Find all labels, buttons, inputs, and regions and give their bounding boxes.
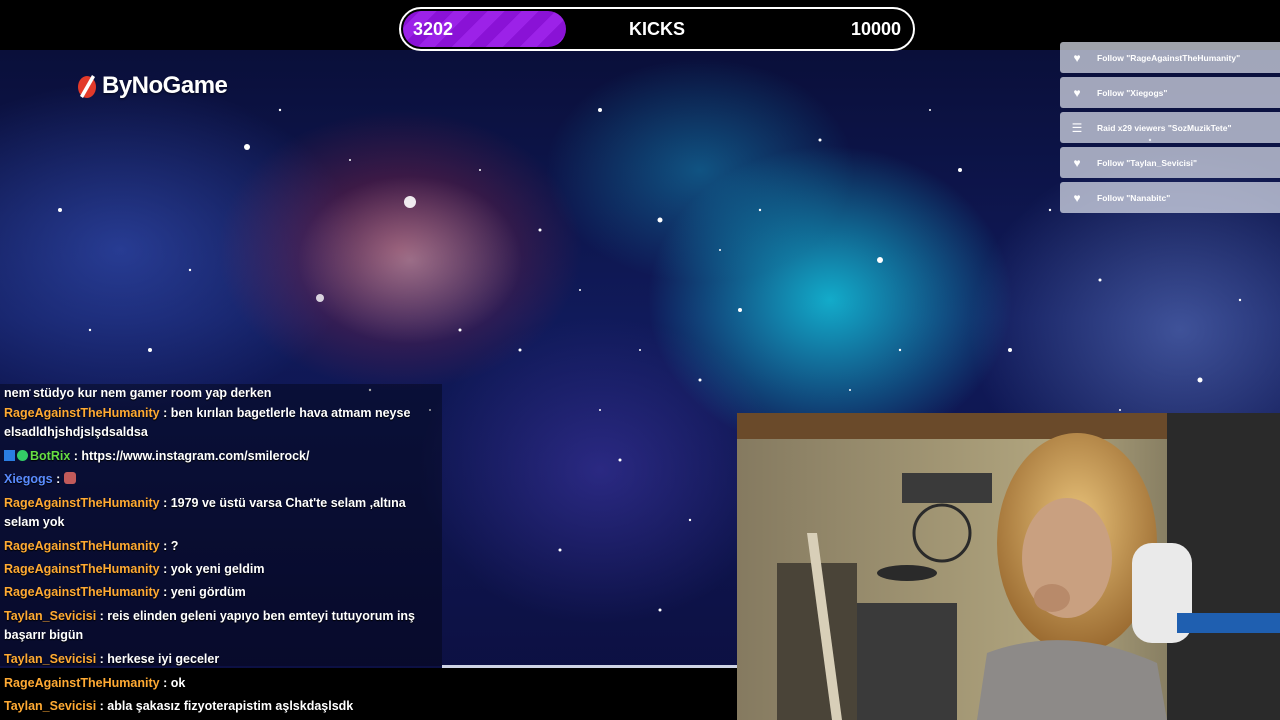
- event-text: Follow "Nanabitc": [1097, 192, 1171, 203]
- raid-icon: ☰: [1071, 120, 1083, 135]
- event-text: Follow "RageAgainstTheHumanity": [1097, 52, 1241, 63]
- chat-message: Taylan_Sevicisi : abla şakasız fizyotera…: [0, 697, 442, 716]
- logo-text: ByNoGame: [102, 72, 228, 99]
- chat-message: Taylan_Sevicisi : herkese iyi geceler: [0, 650, 442, 669]
- chat-text: : ok: [159, 676, 186, 690]
- kicks-goal-count: 10000: [850, 19, 901, 39]
- event-text: Follow "Taylan_Sevicisi": [1097, 157, 1198, 168]
- kicks-goal-bar: 3202 KICKS 10000: [399, 7, 915, 51]
- chat-text: : yok yeni geldim: [159, 562, 265, 576]
- event-item: ♥ Follow "Taylan_Sevicisi": [1060, 147, 1280, 178]
- chat-username[interactable]: RageAgainstTheHumanity: [4, 406, 160, 420]
- webcam-feed: [737, 413, 1280, 720]
- chat-divider: [442, 665, 738, 668]
- chat-message: RageAgainstTheHumanity : 1979 ve üstü va…: [0, 494, 442, 532]
- chat-username[interactable]: RageAgainstTheHumanity: [4, 676, 160, 690]
- heart-icon: ♥: [1073, 155, 1081, 170]
- chat-text: : https://www.instagram.com/smilerock/: [70, 449, 310, 463]
- emote-icon: [63, 472, 76, 484]
- chat-username[interactable]: Taylan_Sevicisi: [4, 609, 96, 623]
- chat-panel: nem stüdyo kur nem gamer room yap derken…: [0, 384, 738, 720]
- bynogame-logo-icon: [78, 75, 96, 98]
- event-text: Follow "Xiegogs": [1097, 87, 1168, 98]
- chat-message: RageAgainstTheHumanity : yok yeni geldim: [0, 560, 442, 579]
- webcam-image: [737, 413, 1280, 720]
- chat-username[interactable]: RageAgainstTheHumanity: [4, 585, 160, 599]
- event-feed: ♥ Follow "RageAgainstTheHumanity" ♥ Follow …: [1060, 42, 1280, 217]
- heart-icon: ♥: [1073, 190, 1081, 205]
- chat-username[interactable]: RageAgainstTheHumanity: [4, 539, 160, 553]
- chat-message: RageAgainstTheHumanity : ?: [0, 537, 442, 556]
- chat-username[interactable]: RageAgainstTheHumanity: [4, 562, 160, 576]
- chat-text: : yeni gördüm: [159, 585, 246, 599]
- verified-badge-icon: [17, 450, 28, 461]
- chat-message: Taylan_Sevicisi : reis elinden geleni ya…: [0, 607, 442, 645]
- heart-icon: ♥: [1073, 85, 1081, 100]
- event-item: ♥ Follow "Nanabitc": [1060, 182, 1280, 213]
- chat-text: nem stüdyo kur nem gamer room yap derken: [4, 386, 272, 400]
- chat-username[interactable]: Xiegogs: [4, 472, 53, 486]
- chat-username[interactable]: Taylan_Sevicisi: [4, 699, 96, 713]
- chat-message: Xiegogs :: [0, 470, 442, 489]
- chat-message: RageAgainstTheHumanity : yeni gördüm: [0, 583, 442, 602]
- bynogame-logo: ByNoGame: [76, 72, 228, 100]
- chat-username[interactable]: RageAgainstTheHumanity: [4, 496, 160, 510]
- chat-message: RageAgainstTheHumanity : ben kırılan bag…: [0, 404, 442, 442]
- bot-badge-icon: [4, 450, 15, 461]
- chat-username[interactable]: Taylan_Sevicisi: [4, 652, 96, 666]
- chat-message: BotRix : https://www.instagram.com/smile…: [0, 447, 442, 466]
- kicks-label: KICKS: [628, 19, 685, 39]
- event-item: ♥ Follow "RageAgainstTheHumanity": [1060, 42, 1280, 73]
- chat-text: :: [52, 472, 64, 486]
- event-item: ☰ Raid x29 viewers "SozMuzikTete": [1060, 112, 1280, 143]
- chat-text: : abla şakasız fizyoterapistim aşlskdaşl…: [96, 699, 354, 713]
- chat-username[interactable]: BotRix: [30, 449, 70, 463]
- chat-text: : ?: [159, 539, 179, 553]
- chat-message: nem stüdyo kur nem gamer room yap derken: [0, 384, 442, 403]
- chat-text: : herkese iyi geceler: [96, 652, 220, 666]
- chat-message: RageAgainstTheHumanity : ok: [0, 674, 442, 693]
- heart-icon: ♥: [1073, 50, 1081, 65]
- event-text: Raid x29 viewers "SozMuzikTete": [1097, 122, 1232, 133]
- event-item: ♥ Follow "Xiegogs": [1060, 77, 1280, 108]
